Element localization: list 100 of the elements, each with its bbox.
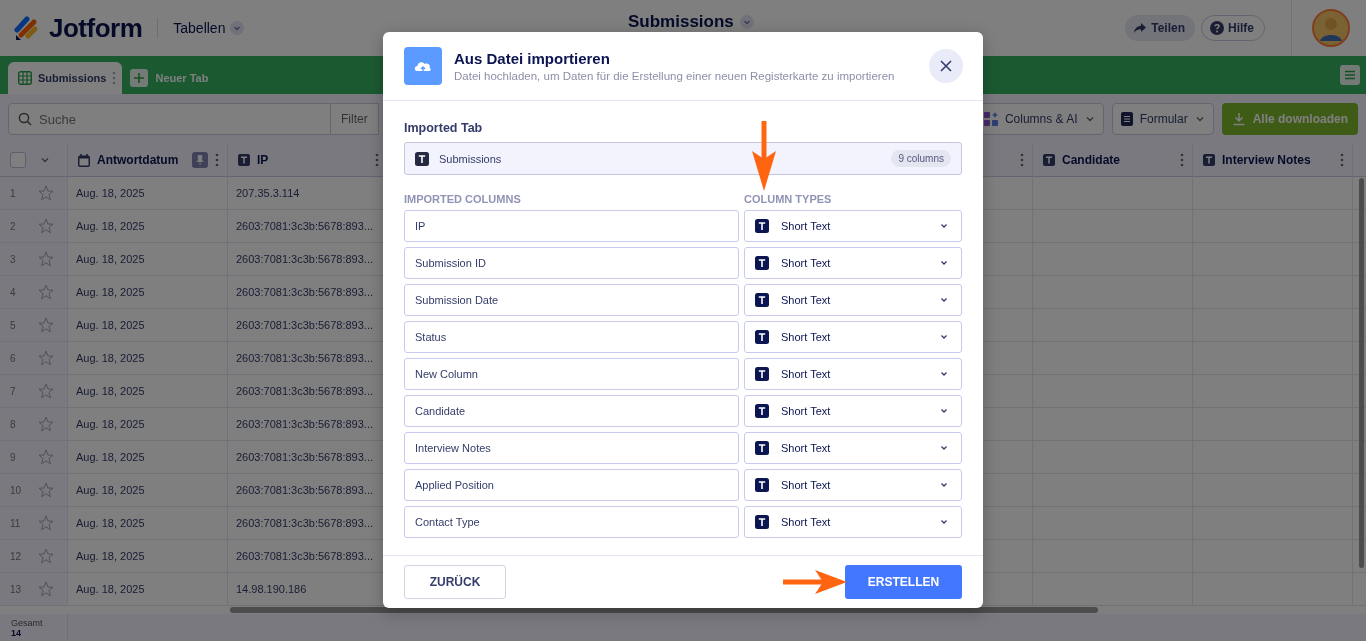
brand-name[interactable]: Jotform — [49, 12, 143, 44]
more-options-icon[interactable] — [1180, 153, 1184, 167]
column-type-dropdown[interactable]: Short Text — [744, 469, 962, 501]
column-name-field[interactable]: Status — [404, 321, 739, 353]
row-number: 12 — [10, 550, 23, 562]
drag-handle-icon — [112, 71, 117, 85]
menu-icon[interactable] — [1340, 65, 1360, 85]
create-button[interactable]: ERSTELLEN — [845, 565, 962, 599]
star-icon[interactable] — [38, 449, 54, 465]
column-name-field[interactable]: Interview Notes — [404, 432, 739, 464]
total-label: Gesamt — [11, 618, 44, 628]
column-name-field[interactable]: Applied Position — [404, 469, 739, 501]
logo-icon — [14, 15, 40, 41]
text-type-icon — [755, 367, 769, 381]
page-title-dropdown[interactable]: Submissions — [628, 12, 754, 32]
star-icon[interactable] — [38, 284, 54, 300]
column-name-field[interactable]: Submission ID — [404, 247, 739, 279]
chevron-icon[interactable] — [40, 155, 50, 165]
close-button[interactable] — [929, 49, 963, 83]
dialog-subtitle: Datei hochladen, um Daten für die Erstellung einer neuen Registerkarte zu importieren — [454, 70, 896, 82]
grid-icon — [18, 71, 32, 85]
star-icon[interactable] — [38, 218, 54, 234]
column-name-field[interactable]: IP — [404, 210, 739, 242]
table-cell: 2603:7081:3c3b:5678:893... — [236, 484, 373, 496]
field-label: Imported Tab — [404, 121, 484, 135]
star-icon[interactable] — [38, 581, 54, 597]
star-icon[interactable] — [38, 350, 54, 366]
column-type-dropdown[interactable]: Short Text — [744, 395, 962, 427]
section-heading: IMPORTED COLUMNS — [404, 193, 522, 205]
star-icon[interactable] — [38, 482, 54, 498]
pin-icon[interactable] — [192, 152, 208, 168]
table-cell: Aug. 18, 2025 — [76, 517, 145, 529]
table-cell: Aug. 18, 2025 — [76, 385, 145, 397]
column-title: IP — [257, 153, 270, 167]
scrollbar-thumb[interactable] — [1359, 178, 1364, 568]
table-cell: 207.35.3.114 — [236, 187, 300, 199]
plus-icon — [130, 69, 149, 87]
text-type-icon — [755, 219, 769, 233]
imported-tab-field[interactable]: Submissions 9 columns — [404, 142, 962, 175]
star-icon[interactable] — [38, 317, 54, 333]
text-type-icon — [755, 441, 769, 455]
column-type-dropdown[interactable]: Short Text — [744, 210, 962, 242]
back-button[interactable]: ZURÜCK — [404, 565, 506, 599]
section-heading: COLUMN TYPES — [744, 193, 833, 205]
form-button[interactable]: Formular — [1111, 103, 1214, 135]
table-cell: 2603:7081:3c3b:5678:893... — [236, 418, 373, 430]
more-options-icon[interactable] — [375, 153, 379, 167]
column-name-field[interactable]: Candidate — [404, 395, 739, 427]
column-name-field[interactable]: Submission Date — [404, 284, 739, 316]
row-number: 2 — [10, 220, 17, 232]
search-field[interactable]: Suche — [8, 103, 331, 135]
form-icon — [1120, 112, 1133, 126]
text-type-icon — [238, 154, 250, 166]
text-type-icon — [755, 404, 769, 418]
star-icon[interactable] — [38, 515, 54, 531]
sheet-tab[interactable]: Submissions — [8, 62, 123, 94]
table-cell: 2603:7081:3c3b:5678:893... — [236, 550, 373, 562]
annotation-arrow — [783, 568, 847, 596]
table-cell: Aug. 18, 2025 — [76, 550, 145, 562]
total-count: 14 — [11, 628, 22, 638]
column-type-dropdown[interactable]: Short Text — [744, 358, 962, 390]
share-icon — [1133, 22, 1148, 34]
section-dropdown[interactable]: Tabellen — [173, 20, 245, 36]
table-cell: 2603:7081:3c3b:5678:893... — [236, 253, 373, 265]
column-type-dropdown[interactable]: Short Text — [744, 284, 962, 316]
more-options-icon[interactable] — [1020, 153, 1024, 167]
select-all-checkbox[interactable] — [10, 152, 26, 168]
column-header[interactable]: Interview Notes — [1193, 144, 1353, 177]
star-icon[interactable] — [38, 416, 54, 432]
help-icon — [1210, 21, 1224, 35]
column-header[interactable]: Candidate — [1033, 144, 1193, 177]
column-type-dropdown[interactable]: Short Text — [744, 321, 962, 353]
column-header[interactable]: Antwortdatum — [68, 144, 228, 177]
column-title: Interview Notes — [1222, 153, 1312, 167]
chevron-icon — [1194, 114, 1205, 124]
annotation-arrow — [750, 121, 778, 191]
row-number: 1 — [10, 187, 17, 199]
column-name-field[interactable]: New Column — [404, 358, 739, 390]
more-options-icon[interactable] — [215, 153, 219, 167]
avatar[interactable] — [1312, 9, 1350, 47]
table-cell: 2603:7081:3c3b:5678:893... — [236, 220, 373, 232]
field-value: Submissions — [439, 152, 503, 165]
table-cell: Aug. 18, 2025 — [76, 319, 145, 331]
row-number: 10 — [10, 484, 23, 496]
column-name-field[interactable]: Contact Type — [404, 506, 739, 538]
column-title: Antwortdatum — [97, 153, 180, 167]
close-icon — [940, 60, 952, 72]
star-icon[interactable] — [38, 185, 54, 201]
column-type-dropdown[interactable]: Short Text — [744, 506, 962, 538]
column-type-dropdown[interactable]: Short Text — [744, 432, 962, 464]
star-icon[interactable] — [38, 251, 54, 267]
cloud-upload-icon — [404, 47, 442, 85]
share-button[interactable]: Teilen — [1125, 15, 1195, 41]
star-icon[interactable] — [38, 548, 54, 564]
row-number: 6 — [10, 352, 17, 364]
text-type-icon — [755, 293, 769, 307]
column-title: Candidate — [1062, 153, 1121, 167]
more-options-icon[interactable] — [1340, 153, 1344, 167]
column-type-dropdown[interactable]: Short Text — [744, 247, 962, 279]
star-icon[interactable] — [38, 383, 54, 399]
